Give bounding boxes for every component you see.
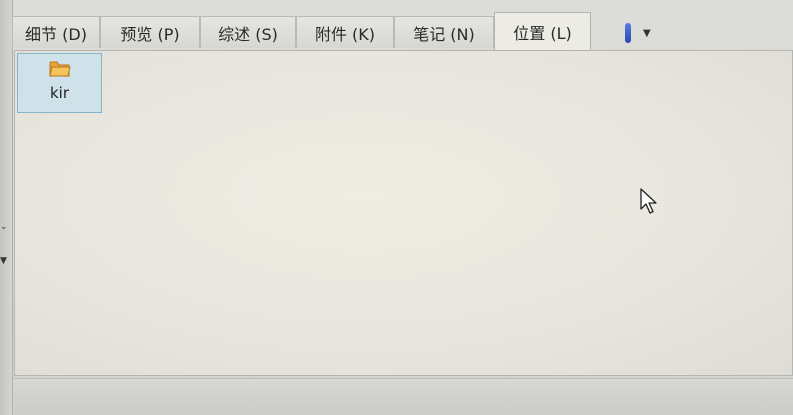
screen: ⌄ ▼ 细节 (D) 预览 (P) 综述 (S) 附件 (K) 笔记 (N) 位… [0, 0, 793, 415]
folder-icon [48, 61, 71, 77]
tab-label: 预览 (P) [120, 24, 180, 44]
tab-label: 附件 (K) [314, 24, 376, 44]
tab-details[interactable]: 细节 (D) [12, 16, 100, 48]
pin-icon[interactable] [625, 23, 631, 43]
location-pane[interactable]: kir [14, 50, 793, 376]
tab-location[interactable]: 位置 (L) [494, 12, 591, 50]
tab-summary[interactable]: 综述 (S) [200, 16, 296, 48]
tab-overflow-menu[interactable]: ▼ [625, 18, 675, 48]
tab-bar: 细节 (D) 预览 (P) 综述 (S) 附件 (K) 笔记 (N) 位置 (L… [12, 12, 793, 50]
status-strip [14, 378, 793, 415]
tab-label: 综述 (S) [218, 24, 278, 44]
tab-preview[interactable]: 预览 (P) [100, 16, 200, 48]
chevron-down-icon[interactable]: ⌄ [0, 222, 8, 232]
tab-attachments[interactable]: 附件 (K) [296, 16, 394, 48]
caret-down-icon[interactable]: ▼ [643, 28, 651, 39]
tab-notes[interactable]: 笔记 (N) [394, 16, 494, 48]
tab-label: 细节 (D) [25, 24, 87, 44]
tab-label: 笔记 (N) [413, 24, 475, 44]
mouse-cursor-icon [640, 188, 657, 214]
tab-label: 位置 (L) [513, 23, 572, 43]
left-pane-edge: ⌄ ▼ [0, 0, 13, 415]
folder-label: kir [49, 84, 70, 102]
caret-down-icon[interactable]: ▼ [0, 256, 7, 266]
folder-item[interactable]: kir [17, 53, 102, 113]
